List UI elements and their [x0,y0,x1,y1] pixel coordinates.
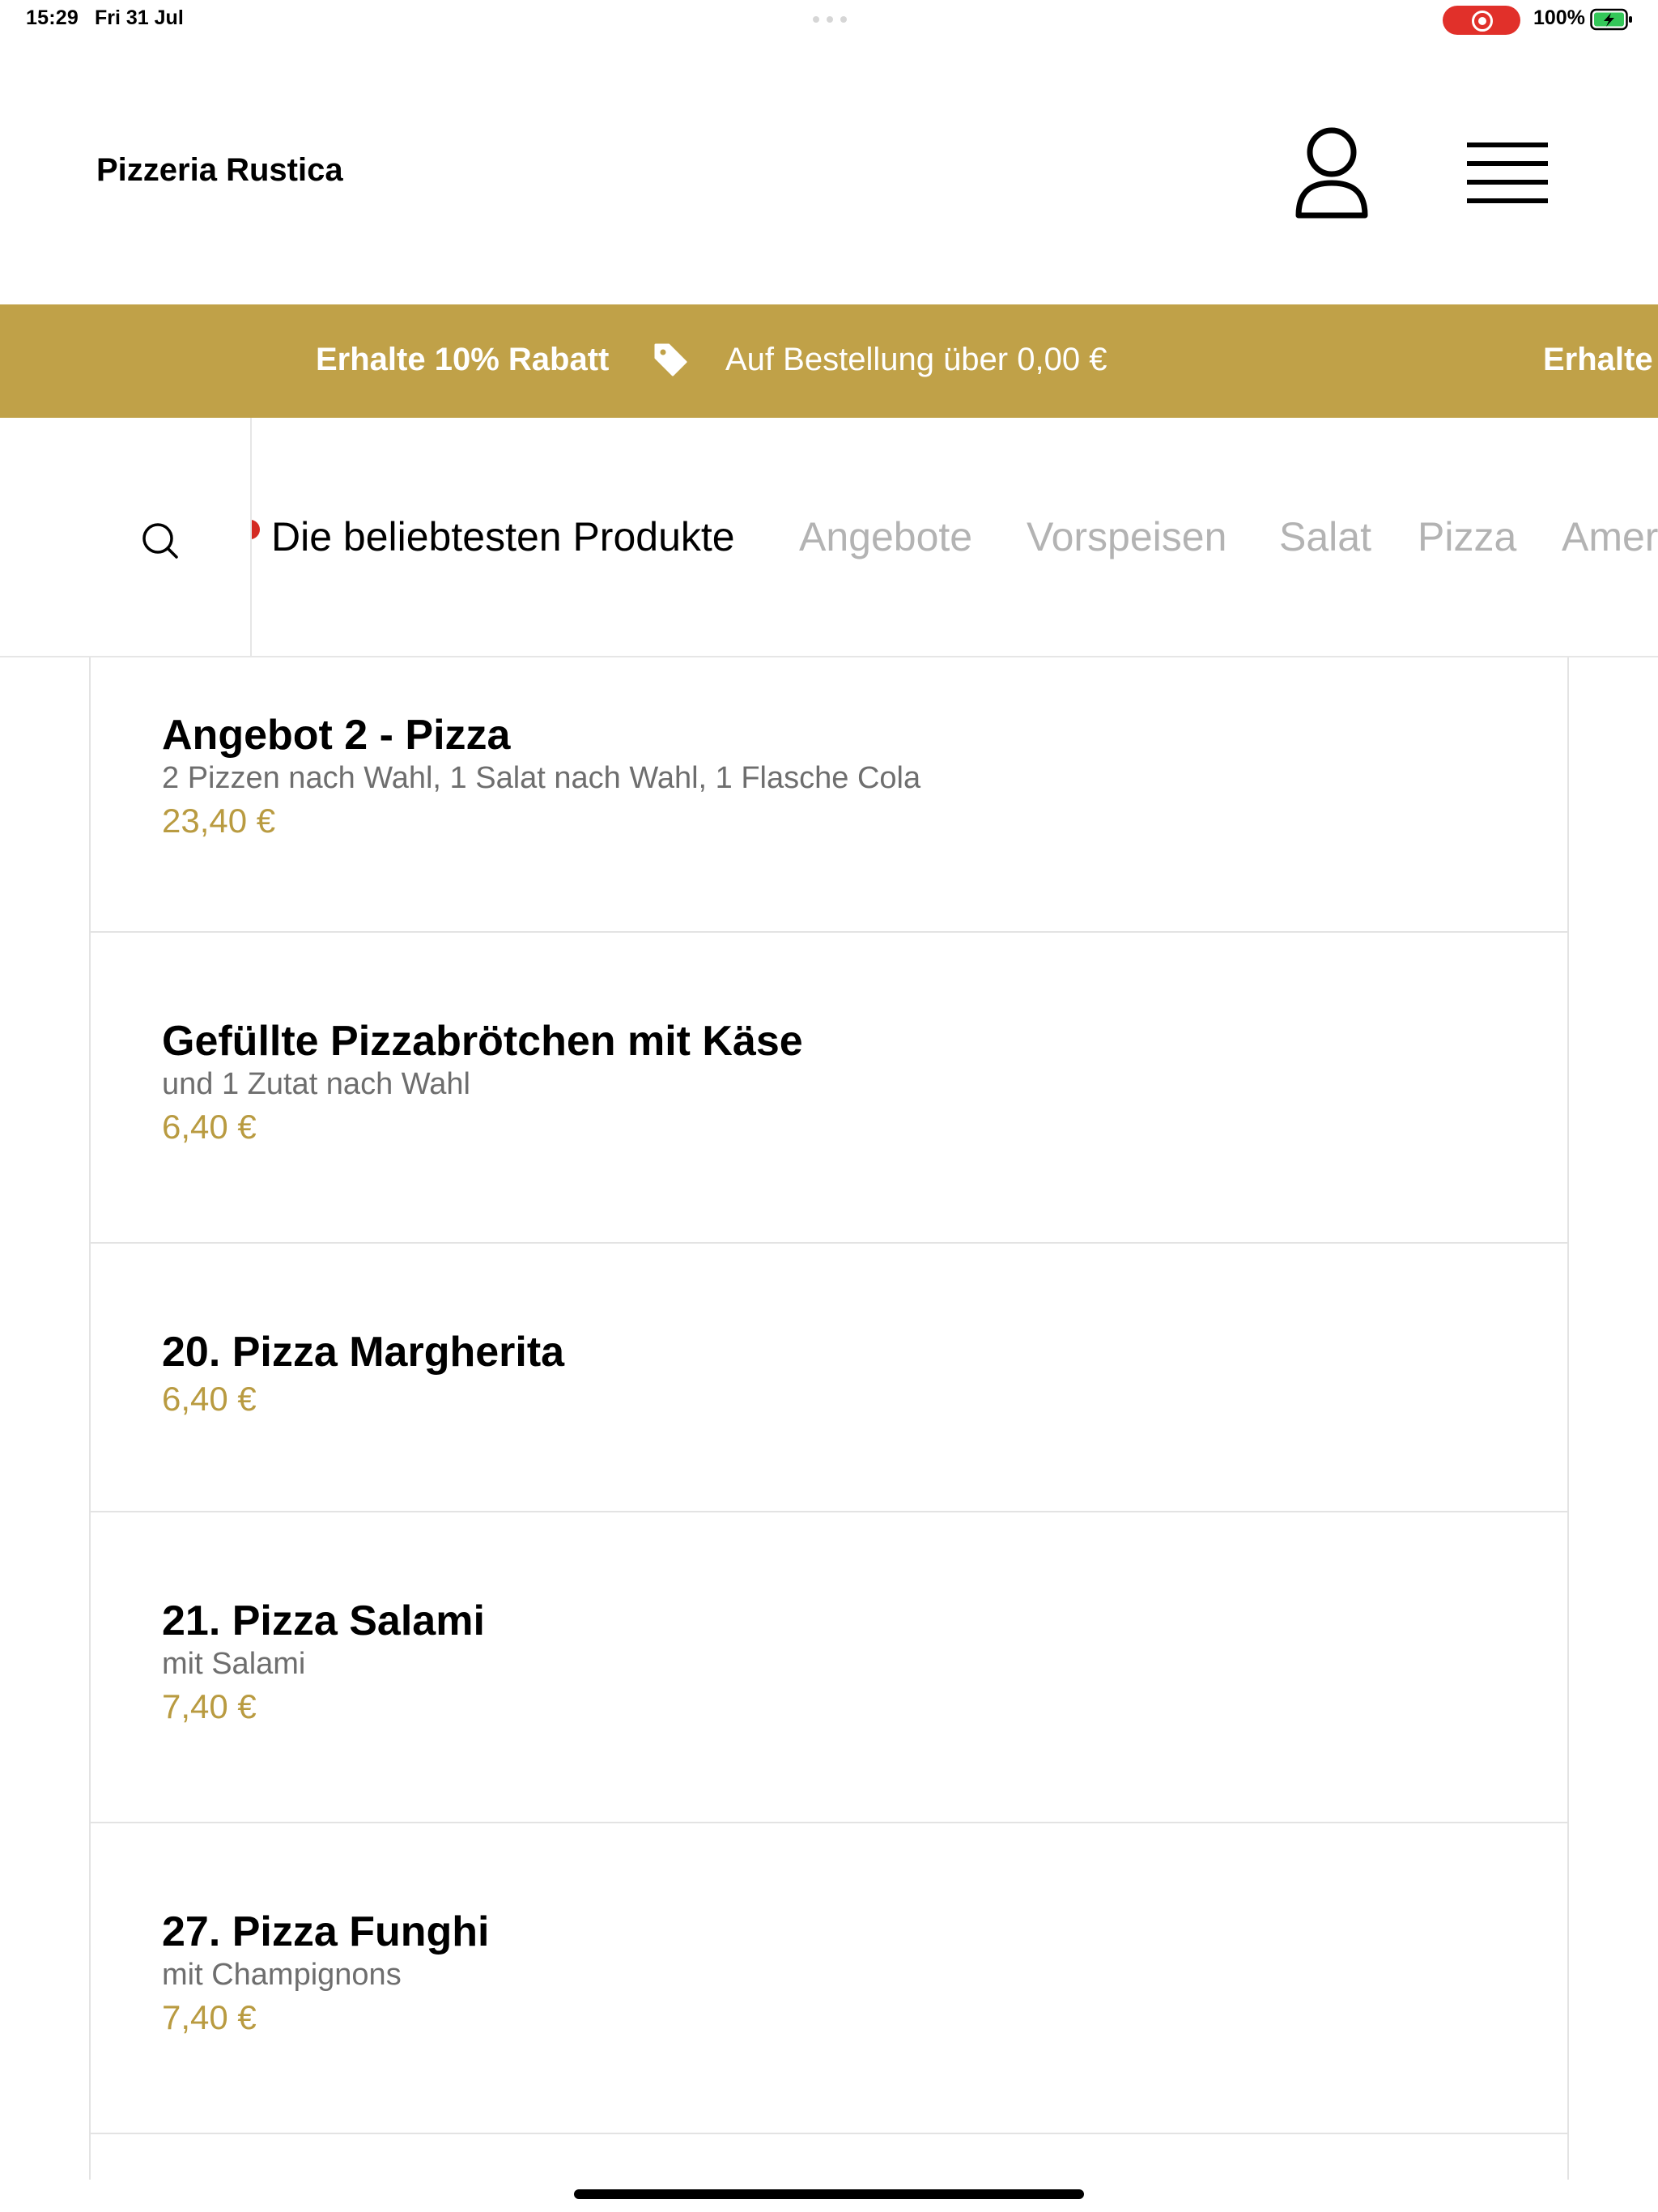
tab-vorspeisen[interactable]: Vorspeisen [1027,513,1226,560]
product-description: 2 Pizzen nach Wahl, 1 Salat nach Wahl, 1… [162,761,921,795]
tab-pizza[interactable]: Pizza [1418,513,1516,560]
app-header: Pizzeria Rustica [0,39,1658,304]
battery-percentage: 100% [1533,6,1585,29]
status-time: 15:29 [26,6,79,29]
product-name: Angebot 2 - Pizza [162,712,511,759]
multitasking-dots-icon[interactable] [813,16,847,23]
tab-amer[interactable]: Amer [1562,513,1658,560]
promo-title-repeat: Erhalte [1543,342,1653,377]
screen-recording-icon[interactable] [1443,6,1520,35]
category-tabs[interactable]: Die beliebtesten Produkte Angebote Vorsp… [252,418,1658,656]
status-bar: 15:29 Fri 31 Jul 100% [0,0,1658,39]
home-indicator[interactable] [574,2189,1084,2199]
status-date: Fri 31 Jul [95,6,184,29]
tab-die-beliebtesten-produkte[interactable]: Die beliebtesten Produkte [271,513,735,560]
search-icon[interactable] [138,518,183,564]
product-price: 6,40 € [162,1108,257,1146]
product-description: und 1 Zutat nach Wahl [162,1067,470,1101]
product-card[interactable]: 20. Pizza Margherita 6,40 € [91,1244,1567,1512]
promo-banner: Erhalte 10% Rabatt Auf Bestellung über 0… [0,304,1658,418]
product-name: 27. Pizza Funghi [162,1908,490,1955]
product-price: 23,40 € [162,802,276,840]
product-price: 6,40 € [162,1380,257,1418]
tag-icon [654,343,687,376]
product-card[interactable]: 27. Pizza Funghi mit Champignons 7,40 € [91,1823,1567,2134]
tab-salat[interactable]: Salat [1279,513,1371,560]
product-price: 7,40 € [162,1998,257,2036]
hamburger-menu-icon[interactable] [1462,133,1553,214]
product-price: 7,40 € [162,1687,257,1725]
product-card[interactable]: Gefüllte Pizzabrötchen mit Käse und 1 Zu… [91,933,1567,1244]
active-category-indicator [252,520,260,539]
tab-angebote[interactable]: Angebote [799,513,972,560]
product-card[interactable]: 21. Pizza Salami mit Salami 7,40 € [91,1512,1567,1823]
product-card[interactable]: Angebot 2 - Pizza 2 Pizzen nach Wahl, 1 … [91,657,1567,933]
product-name: 20. Pizza Margherita [162,1329,565,1376]
restaurant-name[interactable]: Pizzeria Rustica [96,152,343,189]
product-description: mit Champignons [162,1958,402,1992]
category-bar: Die beliebtesten Produkte Angebote Vorsp… [0,418,1658,657]
product-description: mit Salami [162,1647,306,1681]
product-list: Angebot 2 - Pizza 2 Pizzen nach Wahl, 1 … [89,657,1569,2180]
promo-subtitle: Auf Bestellung über 0,00 € [725,342,1107,377]
battery-charging-icon [1590,8,1632,31]
user-icon[interactable] [1287,120,1376,225]
promo-title: Erhalte 10% Rabatt [316,342,610,377]
product-name: 21. Pizza Salami [162,1597,485,1644]
product-name: Gefüllte Pizzabrötchen mit Käse [162,1018,803,1065]
